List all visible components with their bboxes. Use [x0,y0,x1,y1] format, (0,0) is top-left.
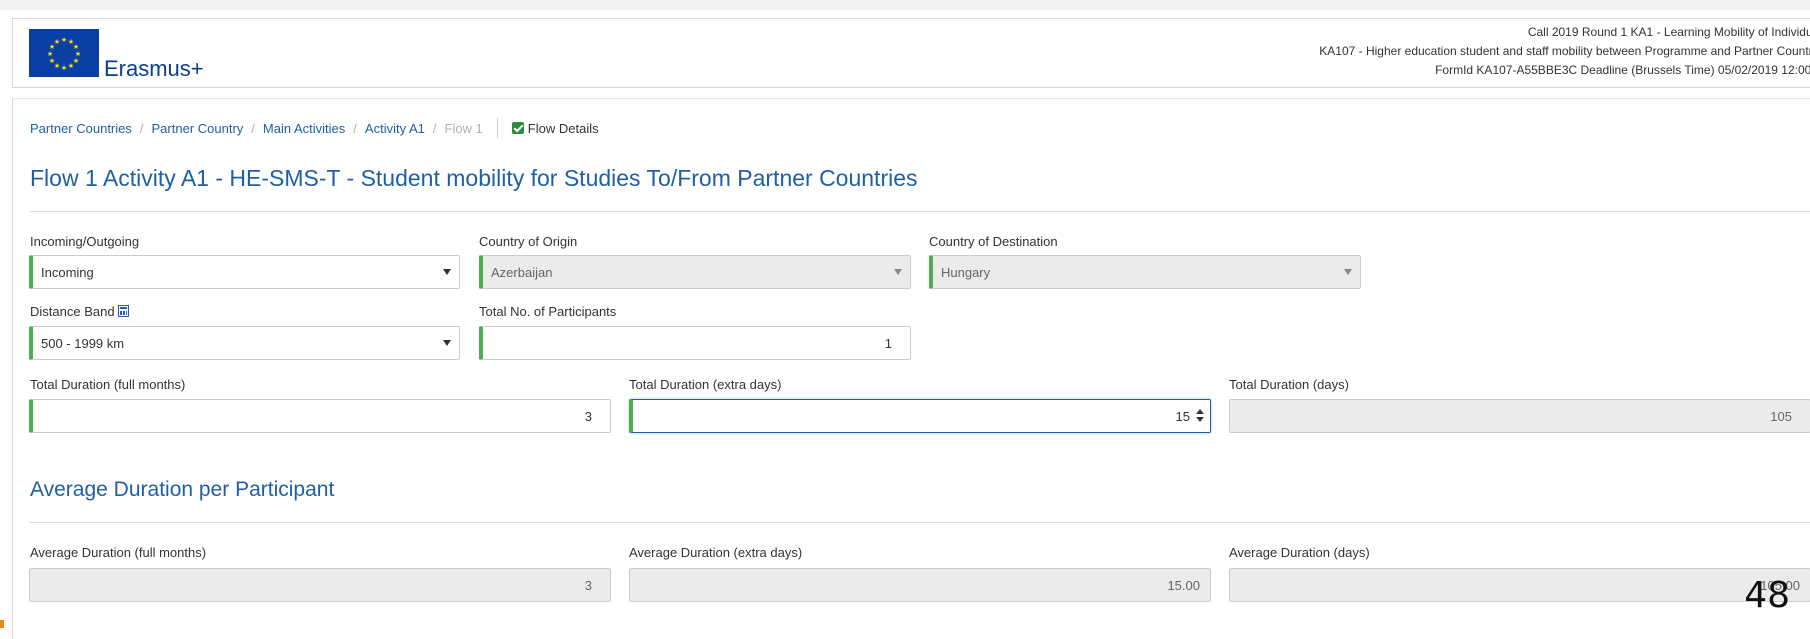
flow-details-label: Flow Details [527,120,599,136]
country-destination-label: Country of Destination [929,234,1058,249]
breadcrumb-separator: / [251,120,255,136]
avg-extra-days-input: 15.00 [629,568,1211,602]
avg-months-label: Average Duration (full months) [30,545,207,560]
breadcrumb-divider [496,118,498,138]
total-participants-input[interactable]: 1 [479,326,911,360]
total-extra-days-label: Total Duration (extra days) [629,377,782,392]
distance-band-value: 500 - 1999 km [41,336,125,351]
average-section-title: Average Duration per Participant [30,478,335,501]
spinner-arrows-icon[interactable] [1196,407,1204,425]
incoming-outgoing-value: Incoming [41,265,94,280]
call-line-3: FormId KA107-A55BBE3C Deadline (Brussels… [1319,61,1810,80]
chevron-down-icon [894,269,902,275]
country-origin-select[interactable]: Azerbaijan [479,255,911,289]
total-months-label: Total Duration (full months) [30,377,186,392]
distance-band-label-text: Distance Band [30,304,115,319]
chevron-down-icon [443,340,451,346]
svg-text:★: ★ [61,64,67,72]
slide-number: 48 [1744,575,1790,616]
country-origin-label: Country of Origin [479,234,578,249]
avg-days-input: 105.00 [1229,568,1810,602]
top-strip [0,0,1810,10]
flow-details-link[interactable]: Flow Details [511,120,599,136]
breadcrumb-partner-countries[interactable]: Partner Countries [30,121,132,136]
total-months-value: 3 [584,409,592,424]
total-days-input: 105 [1229,399,1810,433]
breadcrumb-separator: / [139,120,144,136]
total-extra-days-input[interactable]: 15 [629,399,1211,433]
svg-text:★: ★ [49,57,55,65]
avg-months-input: 3 [29,568,611,602]
breadcrumb-separator: / [353,120,357,136]
brand-name: Erasmus+ [104,56,204,81]
distance-band-select[interactable]: 500 - 1999 km [29,326,460,360]
call-info: Call 2019 Round 1 KA1 - Learning Mobilit… [1319,23,1810,80]
breadcrumb-separator: / [432,120,437,136]
calculator-icon[interactable] [117,305,129,317]
corner-mark [0,620,4,628]
avg-extra-days-label: Average Duration (extra days) [629,545,803,560]
incoming-outgoing-label: Incoming/Outgoing [30,234,140,249]
svg-text:★: ★ [68,62,74,70]
form-id: FormId KA107-A55BBE3C [1435,63,1578,77]
deadline: Deadline (Brussels Time) 05/02/2019 12:0… [1580,63,1810,77]
svg-text:★: ★ [47,50,53,58]
chevron-down-icon [1344,269,1352,275]
breadcrumb-activity-a1[interactable]: Activity A1 [365,121,425,136]
svg-text:★: ★ [54,38,60,46]
total-months-input[interactable]: 3 [29,399,611,433]
total-days-value: 105 [1770,409,1792,424]
country-destination-select[interactable]: Hungary [929,255,1361,289]
incoming-outgoing-select[interactable]: Incoming [29,255,460,289]
call-line-2: KA107 - Higher education student and sta… [1319,44,1810,58]
title-divider [30,211,1810,212]
eu-flag-logo: ★ ★ ★ ★ ★ ★ ★ ★ ★ ★ ★ ★ [29,29,99,77]
total-participants-label: Total No. of Participants [479,304,617,319]
country-destination-value: Hungary [941,265,991,280]
breadcrumb-partner-country[interactable]: Partner Country [152,121,244,136]
avg-extra-days-value: 15.00 [1167,578,1200,593]
breadcrumb: Partner Countries / Partner Country / Ma… [30,118,599,138]
breadcrumb-current: Flow 1 [444,120,483,136]
chevron-down-icon [443,269,451,275]
breadcrumb-main-activities[interactable]: Main Activities [263,121,345,136]
svg-text:★: ★ [61,36,67,44]
avg-months-value: 3 [584,578,592,593]
total-days-label: Total Duration (days) [1229,377,1349,392]
total-participants-value: 1 [884,336,892,351]
distance-band-label: Distance Band [30,304,129,319]
checkbox-checked-icon [511,122,524,134]
country-origin-value: Azerbaijan [491,265,553,280]
total-extra-days-value: 15 [1175,409,1190,424]
call-line-1: Call 2019 Round 1 KA1 - Learning Mobilit… [1527,25,1810,39]
page-title: Flow 1 Activity A1 - HE-SMS-T - Student … [30,165,918,191]
section-divider [30,522,1810,523]
avg-days-label: Average Duration (days) [1229,545,1370,560]
